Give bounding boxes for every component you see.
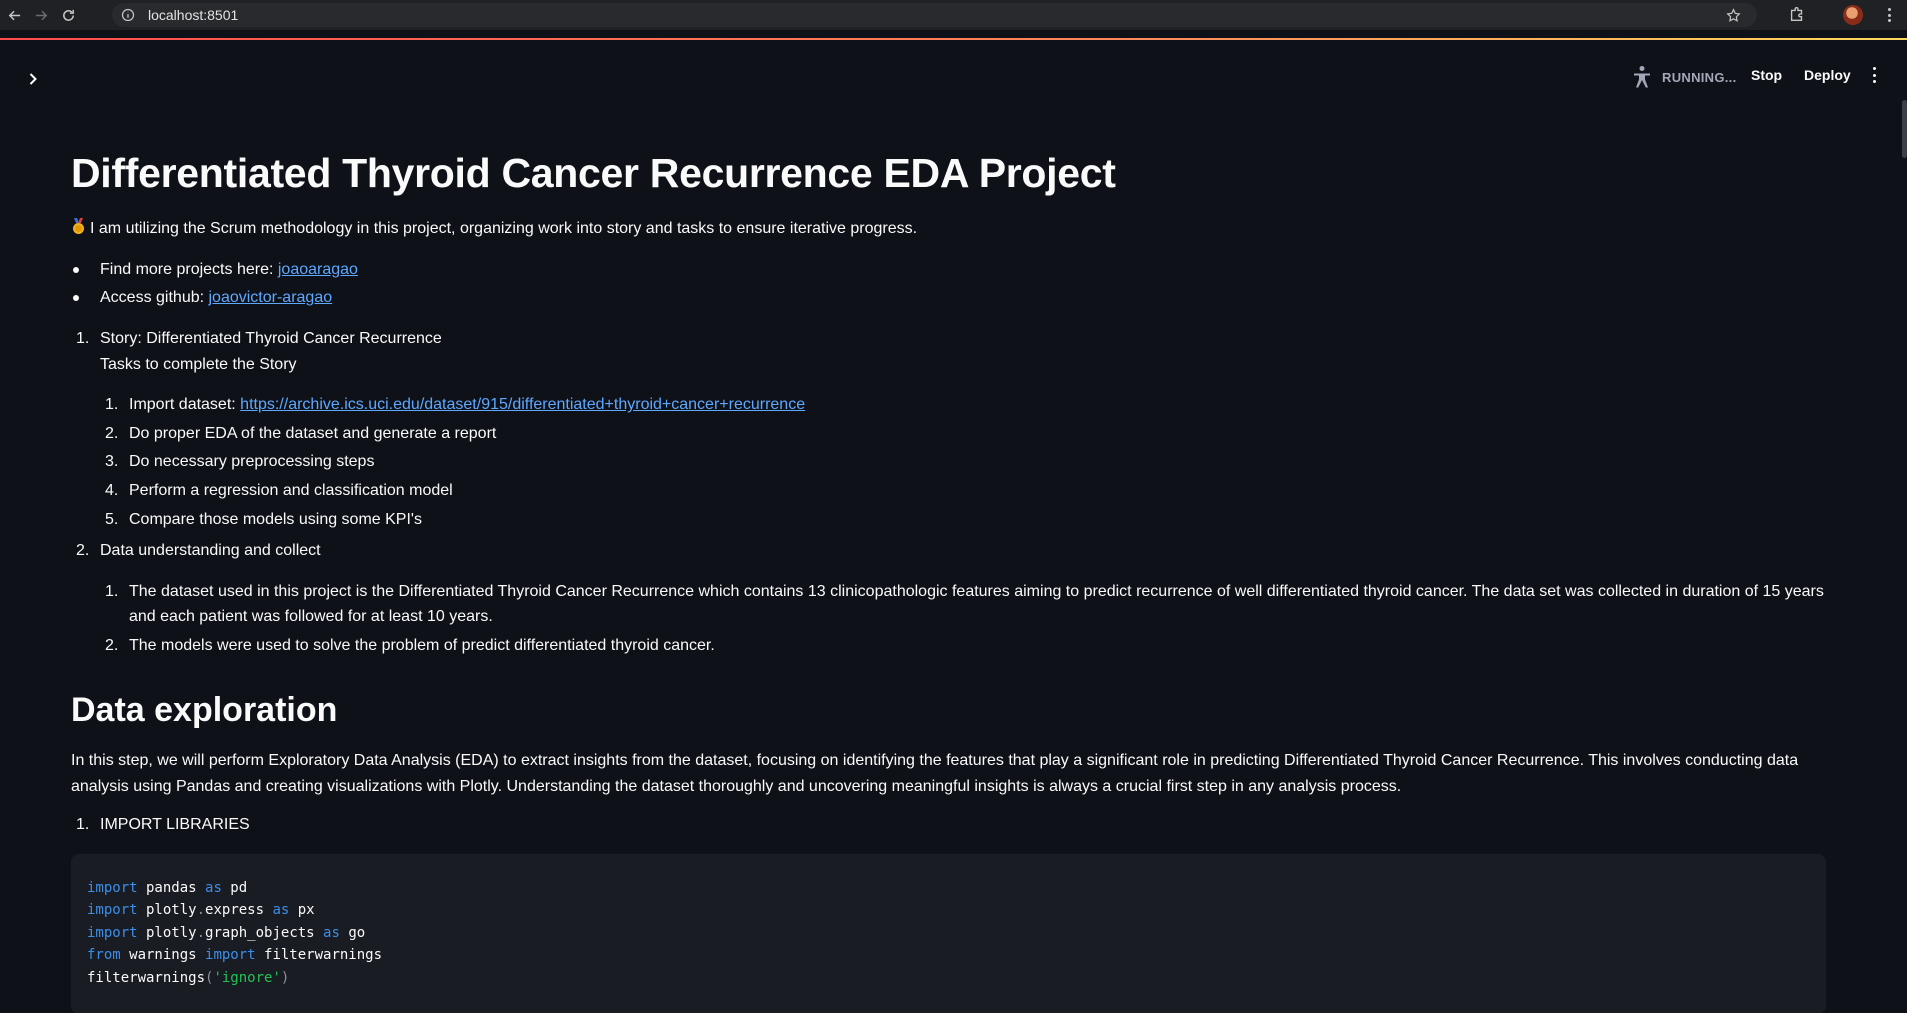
back-button[interactable]: [1, 2, 27, 28]
task-item: 4. Perform a regression and classificatio…: [100, 478, 1826, 504]
list-number: 1.: [76, 816, 90, 834]
deploy-button[interactable]: Deploy: [1804, 67, 1851, 83]
list-number: 2.: [76, 542, 90, 560]
chevron-right-icon[interactable]: [24, 70, 42, 88]
step-item: 1. IMPORT LIBRARIES: [71, 812, 1826, 838]
task-text: Do necessary preprocessing steps: [129, 453, 375, 471]
forward-icon: [35, 10, 47, 20]
link-prefix: Find more projects here:: [100, 260, 278, 278]
code-line: import plotly.graph_objects as go: [87, 924, 366, 941]
understanding-point: 2. The models were used to solve the prob…: [100, 633, 1826, 659]
understanding-list: 1. The dataset used in this project is th…: [100, 579, 1826, 659]
browser-menu-icon[interactable]: [1884, 5, 1894, 25]
main-menu-icon[interactable]: [1870, 67, 1878, 83]
code-block[interactable]: import pandas as pd import plotly.expres…: [71, 853, 1826, 1013]
app-header: RUNNING... Stop Deploy: [0, 40, 1907, 110]
understanding-text: The models were used to solve the proble…: [129, 636, 715, 654]
task-text: Do proper EDA of the dataset and generat…: [129, 424, 497, 442]
list-item: Find more projects here: joaoaragao: [71, 257, 1826, 283]
stop-button[interactable]: Stop: [1751, 67, 1782, 83]
task-prefix: Import dataset:: [129, 396, 241, 414]
understanding-point: 1. The dataset used in this project is th…: [100, 579, 1826, 630]
section-intro: In this step, we will perform Explorator…: [71, 752, 1799, 795]
list-number: 1.: [105, 582, 119, 600]
understanding-title: Data understanding and collect: [100, 542, 321, 560]
code-line: filterwarnings('ignore'): [87, 969, 290, 986]
story-title: Story: Differentiated Thyroid Cancer Rec…: [100, 330, 442, 348]
story-list: 1. Story: Differentiated Thyroid Cancer …: [71, 326, 1826, 659]
back-icon: [8, 10, 20, 20]
story-subtitle: Tasks to complete the Story: [100, 355, 297, 373]
steps-list: 1. IMPORT LIBRARIES: [71, 812, 1826, 838]
list-number: 3.: [105, 453, 119, 471]
step-label: IMPORT LIBRARIES: [100, 816, 250, 834]
link-prefix: Access github:: [100, 289, 209, 307]
extensions-icon[interactable]: [1788, 5, 1808, 25]
reload-button[interactable]: [55, 2, 81, 28]
list-number: 2.: [105, 636, 119, 654]
list-number: 4.: [105, 482, 119, 499]
code-line: import pandas as pd: [87, 879, 248, 896]
task-item: 2. Do proper EDA of the dataset and gener…: [100, 421, 1826, 447]
section-title: Data exploration: [71, 690, 338, 729]
list-number: 1.: [105, 396, 119, 414]
task-item: 3. Do necessary preprocessing steps: [100, 449, 1826, 475]
status-label: RUNNING...: [1662, 69, 1737, 85]
intro-text: I am utilizing the Scrum methodology in …: [90, 220, 918, 238]
task-item: 5. Compare those models using some KPI's: [100, 507, 1826, 533]
code-line: import plotly.express as px: [87, 902, 315, 919]
github-link[interactable]: joaovictor-aragao: [209, 289, 333, 306]
browser-toolbar: localhost:8501: [0, 0, 1907, 30]
running-status: RUNNING...: [1632, 65, 1737, 89]
task-text: Perform a regression and classification …: [129, 482, 453, 499]
story-item: 1. Story: Differentiated Thyroid Cancer …: [71, 326, 1826, 532]
scrollbar[interactable]: [1902, 100, 1907, 158]
address-bar[interactable]: localhost:8501: [112, 3, 1757, 27]
forward-button[interactable]: [28, 2, 54, 28]
intro-paragraph: I am utilizing the Scrum methodology in …: [71, 216, 1826, 242]
running-icon: [1634, 66, 1650, 88]
understanding-item: 2. Data understanding and collect 1. The …: [71, 538, 1826, 658]
url-text[interactable]: localhost:8501: [148, 7, 238, 23]
task-item: 1. Import dataset: https://archive.ics.uc…: [100, 392, 1826, 418]
reload-icon: [62, 9, 74, 21]
page-title: Differentiated Thyroid Cancer Recurrence…: [71, 150, 1116, 196]
links-list: Find more projects here: joaoaragao Acce…: [71, 257, 1826, 311]
list-number: 5.: [105, 510, 119, 528]
dataset-link[interactable]: https://archive.ics.uci.edu/dataset/915/…: [240, 396, 805, 413]
understanding-text: The dataset used in this project is the …: [129, 582, 1824, 626]
projects-link[interactable]: joaoaragao: [278, 261, 358, 278]
list-item: Access github: joaovictor-aragao: [71, 285, 1826, 311]
profile-avatar[interactable]: [1843, 5, 1863, 25]
task-text: Compare those models using some KPI's: [129, 510, 422, 528]
list-number: 2.: [105, 424, 119, 442]
medal-icon: [73, 218, 84, 235]
main-content: Differentiated Thyroid Cancer Recurrence…: [71, 148, 1826, 1013]
tasks-list: 1. Import dataset: https://archive.ics.uc…: [100, 392, 1826, 532]
code-line: from warnings import filterwarnings: [87, 947, 383, 964]
info-icon[interactable]: [116, 3, 140, 27]
star-icon[interactable]: [1723, 5, 1743, 25]
list-number: 1.: [76, 330, 90, 348]
